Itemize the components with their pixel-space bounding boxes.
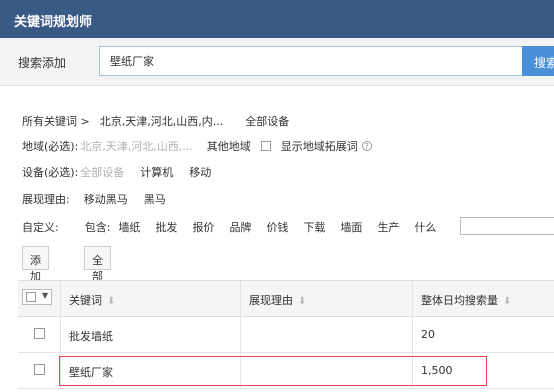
- reason-option-darkhorse[interactable]: 黑马: [144, 191, 166, 207]
- region-selector[interactable]: 北京,天津,河北,山西,...: [80, 138, 192, 154]
- region-expand-label: 显示地域拓展词: [280, 140, 358, 153]
- column-reason[interactable]: 展现理由 ⬇: [240, 281, 412, 317]
- download-all-button[interactable]: 全部下载: [84, 246, 111, 315]
- keyword-cell: 批发墙纸: [60, 317, 240, 353]
- keyword-table: ▼ 关键词 ⬇ 展现理由 ⬇ 整体日均搜索量 ⬇ 批发墙纸 20 壁纸厂家 1,500: [18, 280, 554, 389]
- reason-label: 展现理由:: [22, 193, 70, 206]
- table-row: 批发墙纸 20: [18, 317, 554, 353]
- add-button[interactable]: 添加: [22, 246, 49, 283]
- include-label: 包含:: [84, 221, 111, 234]
- row-checkbox-cell: [18, 317, 60, 353]
- search-input[interactable]: [99, 46, 524, 76]
- reason-option-mobile-darkhorse[interactable]: 移动黑马: [84, 191, 128, 207]
- row-checkbox[interactable]: [34, 328, 45, 339]
- custom-word[interactable]: 墙纸: [118, 219, 140, 235]
- row-checkbox-cell: [18, 353, 60, 389]
- region-label: 地域(必选):: [22, 140, 79, 153]
- select-all-dropdown[interactable]: ▼: [22, 289, 52, 305]
- search-label: 搜索添加: [18, 56, 67, 70]
- breadcrumb: 所有关键词 > 北京,天津,河北,山西,内... 全部设备: [22, 113, 299, 129]
- reason-filter: 展现理由: 移动黑马 黑马: [22, 191, 176, 207]
- reason-cell: [240, 317, 412, 353]
- app-title: 关键词规划师: [0, 0, 554, 38]
- custom-word[interactable]: 什么: [414, 219, 436, 235]
- volume-cell: 20: [412, 317, 554, 353]
- device-option-all[interactable]: 全部设备: [80, 164, 124, 180]
- custom-word[interactable]: 墙面: [340, 219, 362, 235]
- sort-icon[interactable]: ⬇: [298, 296, 306, 307]
- column-reason-label: 展现理由: [249, 294, 293, 307]
- checkbox-icon: [26, 292, 36, 302]
- breadcrumb-region[interactable]: 北京,天津,河北,山西,内...: [100, 113, 223, 129]
- highlight-box: [59, 356, 487, 386]
- column-keyword-label: 关键词: [69, 294, 102, 307]
- chevron-down-icon: ▼: [42, 291, 49, 300]
- breadcrumb-root[interactable]: 所有关键词 >: [22, 113, 90, 129]
- device-option-mobile[interactable]: 移动: [189, 164, 211, 180]
- custom-word[interactable]: 批发: [155, 219, 177, 235]
- column-keyword[interactable]: 关键词 ⬇: [60, 281, 240, 317]
- select-all-cell: ▼: [18, 281, 60, 317]
- column-volume[interactable]: 整体日均搜索量 ⬇: [412, 281, 554, 317]
- row-checkbox[interactable]: [34, 364, 45, 375]
- device-filter: 设备(必选): 全部设备 计算机 移动: [22, 164, 221, 180]
- custom-filter: 自定义: 包含: 墙纸 批发 报价 品牌 价钱 下载 墙面 生产 什么: [22, 218, 451, 236]
- device-label: 设备(必选):: [22, 166, 79, 179]
- region-filter: 地域(必选): 北京,天津,河北,山西,... 其他地域 显示地域拓展词 ?: [22, 138, 382, 154]
- column-volume-label: 整体日均搜索量: [421, 294, 498, 307]
- breadcrumb-device[interactable]: 全部设备: [245, 113, 289, 129]
- device-option-computer[interactable]: 计算机: [140, 164, 173, 180]
- custom-word[interactable]: 品牌: [229, 219, 251, 235]
- custom-label: 自定义:: [22, 221, 59, 234]
- search-bar: 搜索添加 搜索: [0, 38, 554, 86]
- other-region-link[interactable]: 其他地域: [207, 138, 251, 154]
- help-icon[interactable]: ?: [361, 141, 372, 151]
- sort-icon[interactable]: ⬇: [107, 296, 115, 307]
- table-header: ▼ 关键词 ⬇ 展现理由 ⬇ 整体日均搜索量 ⬇: [18, 281, 554, 317]
- custom-input[interactable]: [460, 217, 554, 235]
- custom-word[interactable]: 报价: [192, 219, 214, 235]
- custom-word[interactable]: 下载: [303, 219, 325, 235]
- search-button[interactable]: 搜索: [522, 46, 554, 76]
- custom-word[interactable]: 生产: [377, 219, 399, 235]
- sort-icon[interactable]: ⬇: [503, 296, 511, 307]
- custom-word[interactable]: 价钱: [266, 219, 288, 235]
- region-expand-checkbox[interactable]: [260, 141, 271, 151]
